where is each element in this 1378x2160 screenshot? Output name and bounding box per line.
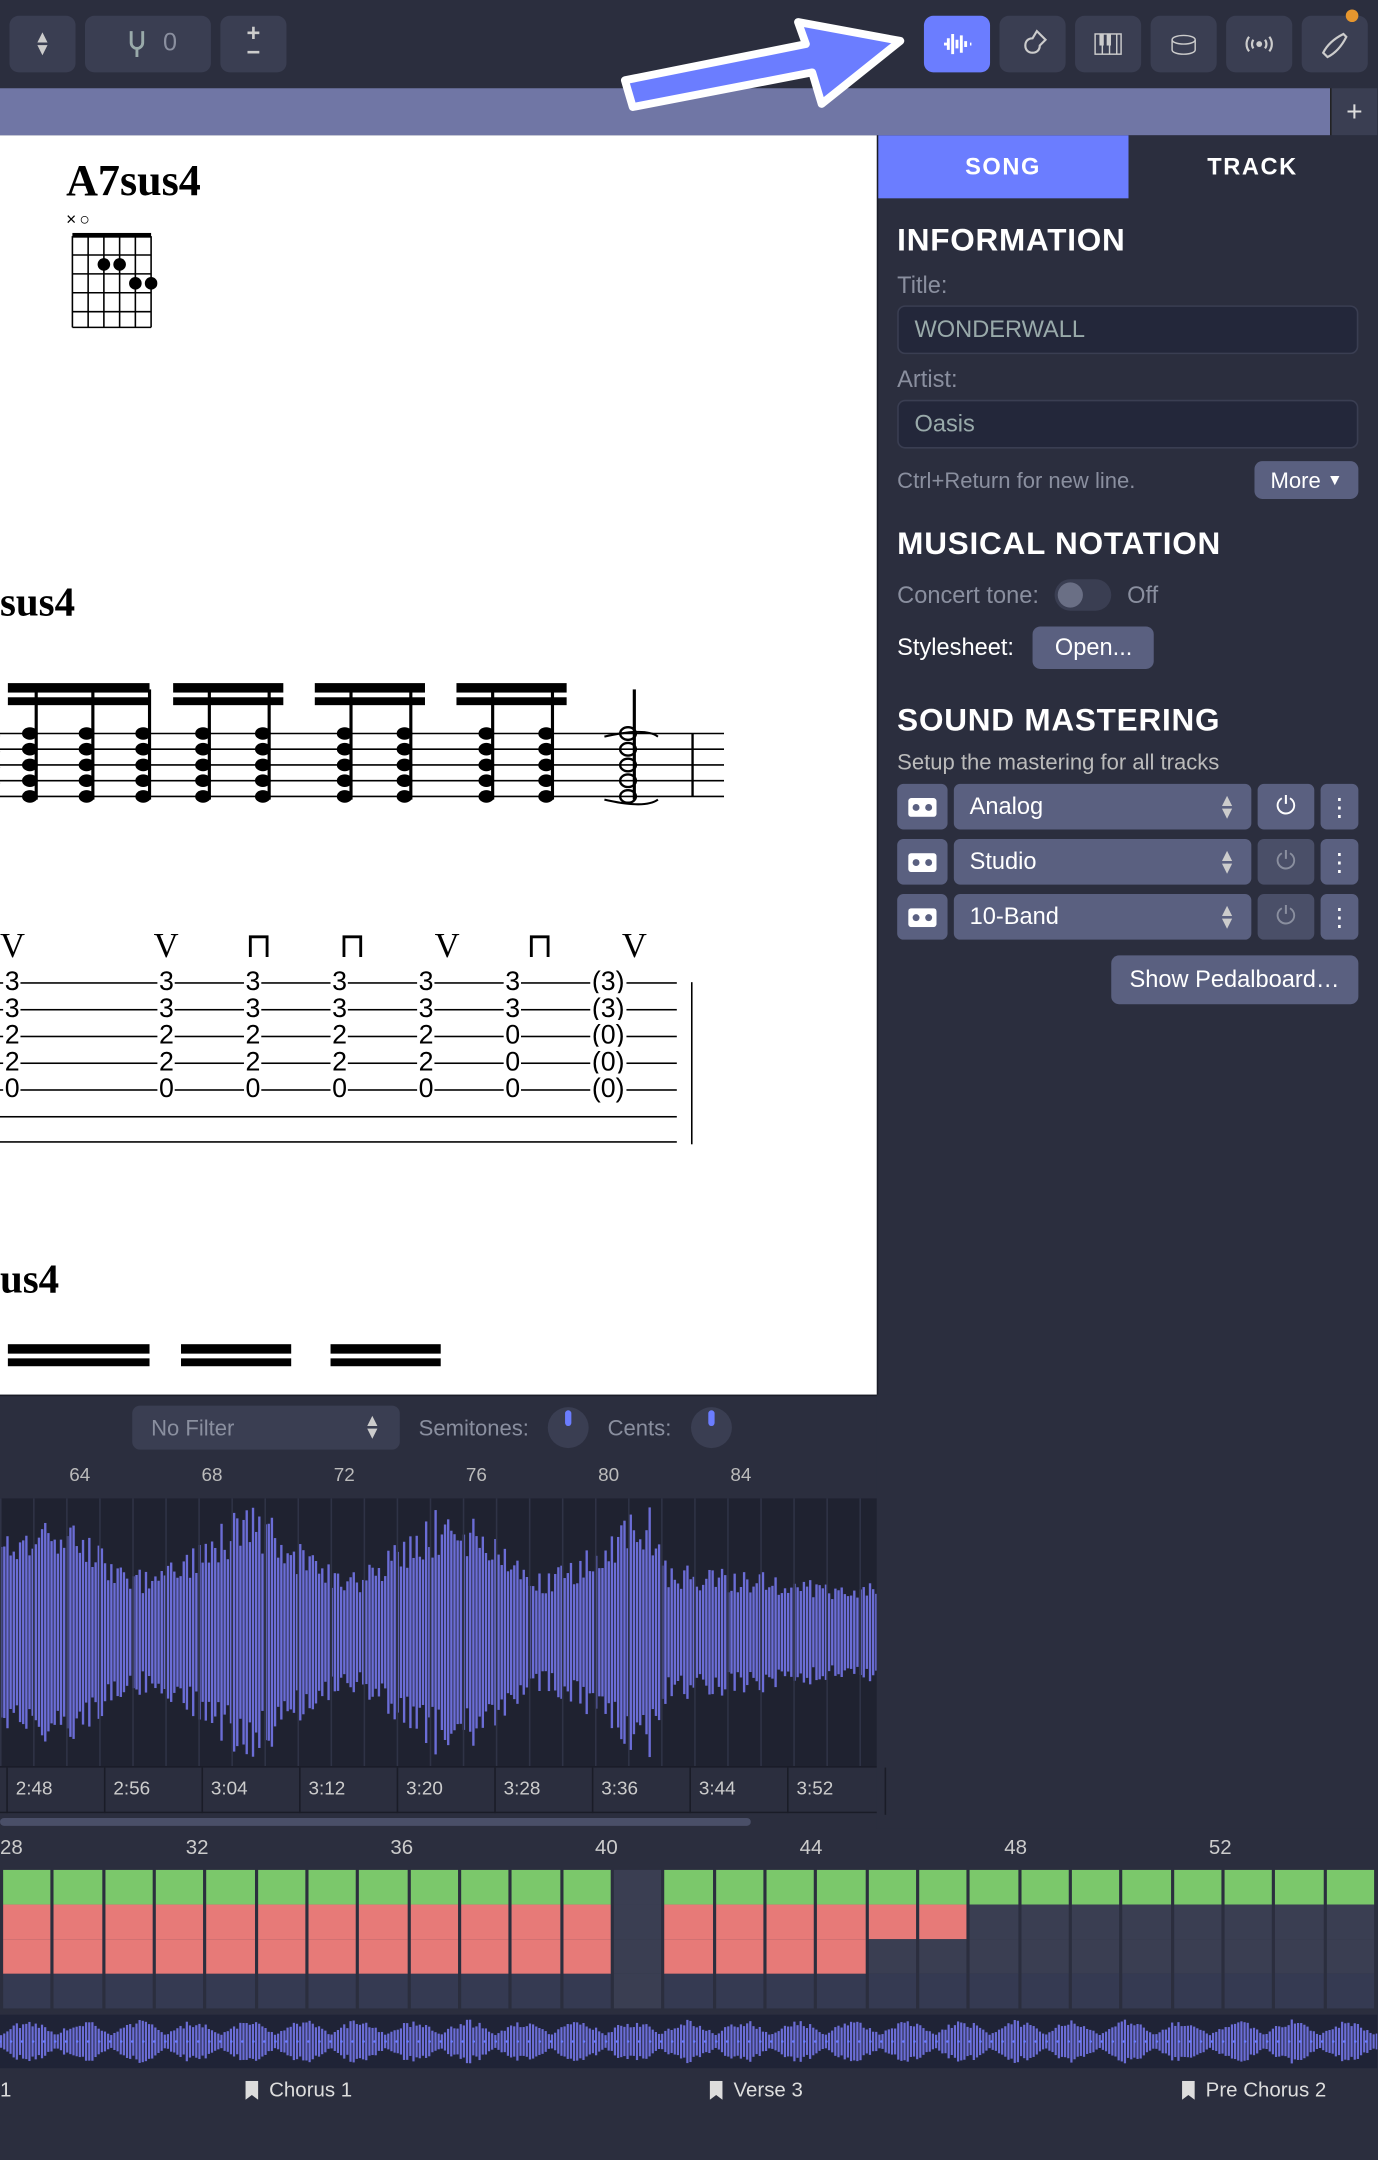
broadcast-icon	[1242, 27, 1277, 62]
mastering-icon	[897, 839, 947, 885]
mastering-desc: Setup the mastering for all tracks	[897, 749, 1358, 774]
information-heading: INFORMATION	[897, 224, 1358, 260]
mastering-menu-0[interactable]: ⋮	[1321, 784, 1359, 830]
mastering-power-0[interactable]: ⏻	[1258, 784, 1315, 830]
notation-heading: MUSICAL NOTATION	[897, 527, 1358, 563]
cents-label: Cents:	[608, 1414, 672, 1439]
scroll-thumb[interactable]	[0, 1818, 751, 1826]
stepper-value: 0	[163, 30, 177, 58]
bar-ruler: 64 68 72 76 80 84	[0, 1458, 877, 1499]
tuner-button[interactable]	[1302, 16, 1368, 73]
tuning-stepper[interactable]: 0	[85, 16, 211, 73]
mastering-heading: SOUND MASTERING	[897, 704, 1358, 740]
increment-buttons[interactable]: +−	[220, 16, 286, 73]
mastering-icon	[897, 894, 947, 940]
tab-song[interactable]: SONG	[878, 135, 1127, 198]
tab-track[interactable]: TRACK	[1128, 135, 1377, 198]
mastering-row-2: 10-Band▲▼ ⏻ ⋮	[897, 894, 1358, 940]
score-view[interactable]: A7sus4 ×○ sus4	[0, 135, 877, 1394]
mastering-menu-2[interactable]: ⋮	[1321, 894, 1359, 940]
artist-input[interactable]	[897, 400, 1358, 449]
sort-button[interactable]: ▲▼	[9, 16, 75, 73]
section-marker[interactable]: 1	[0, 2078, 11, 2102]
filter-select[interactable]: No Filter▲▼	[132, 1405, 400, 1449]
tablature: 332203322033220332203322033000(3)(3)(0)(…	[0, 982, 677, 1143]
chord-diagram: ×○	[66, 211, 201, 334]
broadcast-button[interactable]	[1226, 16, 1292, 73]
mastering-select-0[interactable]: Analog▲▼	[954, 784, 1251, 830]
guitar-icon	[1015, 27, 1050, 62]
global-waveform[interactable]	[0, 2015, 1377, 2069]
open-stylesheet-button[interactable]: Open...	[1033, 626, 1155, 668]
global-timeline: 28 32 36 40 44 48 52 1Chorus 1Verse 3Pre…	[0, 1829, 1377, 2115]
pedalboard-button[interactable]: Show Pedalboard…	[1111, 955, 1359, 1004]
strum-row: V V ⊓ ⊓ V ⊓ V	[0, 926, 647, 967]
mastering-select-1[interactable]: Studio▲▼	[954, 839, 1251, 885]
mastering-power-2[interactable]: ⏻	[1258, 894, 1315, 940]
concert-label: Concert tone:	[897, 582, 1039, 609]
mastering-icon	[897, 784, 947, 830]
wave-toolbar: No Filter▲▼ Semitones: Cents:	[0, 1395, 877, 1458]
concert-value: Off	[1127, 582, 1158, 609]
section-label-1: sus4	[0, 579, 75, 626]
chord-markers: ×○	[66, 211, 201, 230]
annotation-arrow	[601, 0, 932, 126]
mastering-row-0: Analog▲▼ ⏻ ⋮	[897, 784, 1358, 830]
waveform-view-button[interactable]	[924, 16, 990, 73]
waveform[interactable]	[0, 1498, 877, 1766]
tuning-fork-icon	[119, 27, 154, 62]
drums-view-button[interactable]	[1151, 16, 1217, 73]
semitones-label: Semitones:	[419, 1414, 529, 1439]
add-track-button[interactable]: +	[1330, 88, 1377, 135]
mastering-select-2[interactable]: 10-Band▲▼	[954, 894, 1251, 940]
drums-icon	[1166, 27, 1201, 62]
notification-dot	[1346, 9, 1359, 22]
inspector-panel: SONG TRACK INFORMATION Title: Artist: Ct…	[877, 135, 1378, 1394]
jack-icon	[1317, 27, 1352, 62]
stylesheet-label: Stylesheet:	[897, 634, 1014, 661]
input-hint: Ctrl+Return for new line.	[897, 467, 1135, 492]
chord-name: A7sus4	[66, 157, 201, 207]
waveform-icon	[940, 27, 975, 62]
concert-toggle[interactable]	[1055, 579, 1112, 610]
title-input[interactable]	[897, 305, 1358, 354]
section-marker[interactable]: Pre Chorus 2	[1181, 2078, 1327, 2102]
cents-knob[interactable]	[690, 1406, 731, 1447]
section-label-2: us4	[0, 1256, 59, 1303]
mastering-power-1[interactable]: ⏻	[1258, 839, 1315, 885]
sections-row: 1 Chorus 1 Verse 3 Pre Chorus 2	[0, 2078, 1377, 2116]
music-notation	[0, 671, 724, 883]
more-button[interactable]: More▼	[1255, 461, 1359, 499]
mastering-row-1: Studio▲▼ ⏻ ⋮	[897, 839, 1358, 885]
artist-label: Artist:	[897, 367, 1358, 394]
piano-icon	[1091, 27, 1126, 62]
time-ruler: 2:48 2:56 3:04 3:12 3:20 3:28 3:36 3:44 …	[0, 1766, 877, 1813]
bottom-notation	[0, 1332, 724, 1395]
semitones-knob[interactable]	[548, 1406, 589, 1447]
title-label: Title:	[897, 272, 1358, 299]
guitar-view-button[interactable]	[999, 16, 1065, 73]
piano-view-button[interactable]	[1075, 16, 1141, 73]
mastering-menu-1[interactable]: ⋮	[1321, 839, 1359, 885]
section-marker[interactable]: Verse 3	[708, 2078, 803, 2102]
section-marker[interactable]: Chorus 1	[244, 2078, 352, 2102]
